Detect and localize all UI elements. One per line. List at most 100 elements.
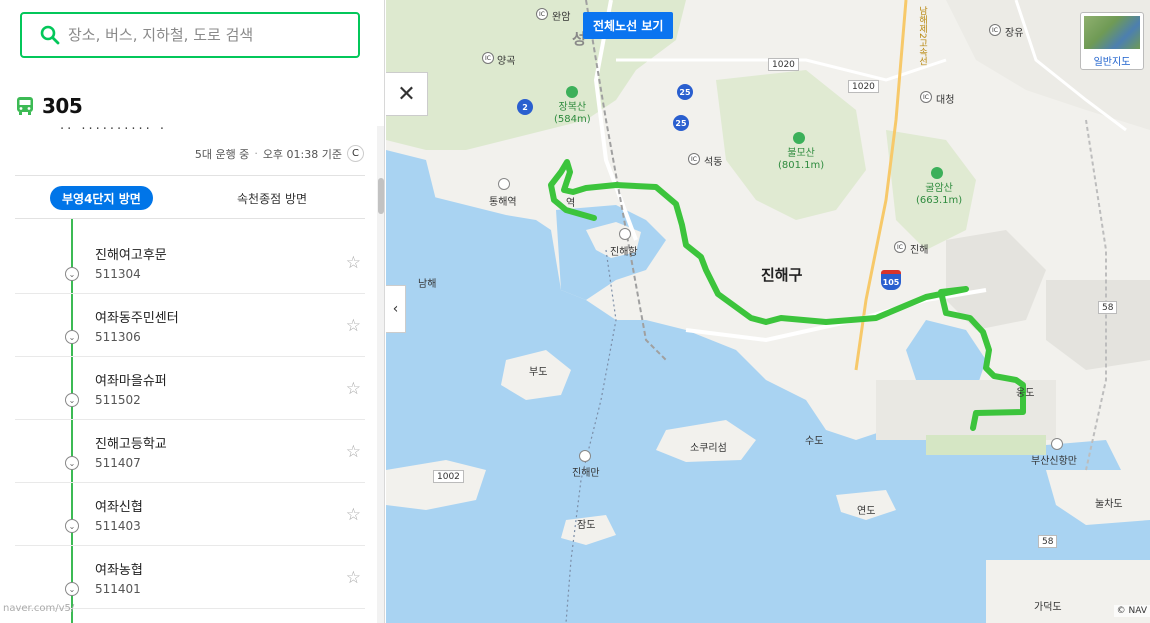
ic-icon: IC (894, 241, 906, 253)
place-label: 진해 (910, 245, 929, 256)
list-item[interactable]: ⌄ 여좌마을슈퍼 511502 ☆ (15, 357, 365, 420)
place-label: 남해 (418, 279, 437, 290)
place-label: 양곡 (497, 56, 516, 67)
stop-code: 511401 (95, 582, 141, 596)
sidebar-scrollbar[interactable] (377, 126, 384, 623)
ic-icon: IC (536, 8, 548, 20)
place-label: 통해역 (489, 197, 517, 208)
vehicles-running: 5대 운행 중 (194, 147, 250, 161)
star-icon[interactable]: ☆ (346, 379, 361, 399)
place-label: 수도 (805, 436, 824, 447)
place-label: 부산신항만 (1031, 456, 1077, 467)
search-input[interactable] (68, 26, 338, 44)
road-number-badge: 1002 (433, 470, 464, 483)
port-icon (619, 228, 631, 240)
place-label: 연도 (857, 506, 876, 517)
chevron-down-icon: ⌄ (65, 519, 79, 533)
copyright-text: © NAV (1113, 605, 1150, 617)
star-icon[interactable]: ☆ (346, 442, 361, 462)
stop-name: 진해고등학교 (95, 437, 167, 452)
bus-icon (17, 97, 33, 115)
stop-name: 진해여고후문 (95, 248, 167, 263)
map-canvas (386, 0, 1150, 623)
stop-name: 여좌마을슈퍼 (95, 374, 167, 389)
expressway-shield-icon: 105 (881, 270, 901, 290)
status-separator: · (254, 147, 258, 160)
place-label: 장유 (1005, 28, 1024, 39)
star-icon[interactable]: ☆ (346, 505, 361, 525)
updated-time: 오후 01:38 기준 (262, 147, 342, 161)
stop-code: 511407 (95, 456, 141, 470)
mountain-icon (566, 86, 578, 98)
place-label: 눌차도 (1095, 499, 1123, 510)
tab-direction-other[interactable]: 속천종점 방면 (237, 190, 307, 207)
mountain-label: 굴암산 (663.1m) (916, 183, 963, 206)
ic-icon: IC (920, 91, 932, 103)
place-label: 웅도 (1016, 388, 1035, 399)
list-item[interactable]: ⌄ 진해고등학교 511407 ☆ (15, 420, 365, 483)
star-icon[interactable]: ☆ (346, 568, 361, 588)
place-label: 대청 (936, 95, 955, 106)
chevron-down-icon: ⌄ (65, 393, 79, 407)
place-label: 석동 (704, 157, 723, 168)
map-view[interactable]: 진해구 장복산 (584m) 불모산 (801.1m) 굴암산 (663.1m) IC… (386, 0, 1150, 623)
stop-name: 여좌신협 (95, 500, 143, 515)
mountain-label: 장복산 (584m) (554, 102, 591, 125)
stop-name: 여좌동주민센터 (95, 311, 179, 326)
place-label: 역 (566, 198, 576, 209)
map-type-button[interactable]: 일반지도 (1080, 12, 1144, 70)
full-route-button[interactable]: 전체노선 보기 (583, 12, 674, 39)
chevron-down-icon: ⌄ (65, 330, 79, 344)
mountain-icon (931, 167, 943, 179)
chevron-down-icon: ⌄ (65, 582, 79, 596)
search-icon (40, 25, 60, 45)
district-label: 진해구 (761, 266, 803, 284)
road-number-badge: 58 (1098, 301, 1118, 314)
place-label: 진해항 (610, 247, 638, 258)
tab-direction-active[interactable]: 부영4단지 방면 (50, 186, 153, 210)
stop-list: ⌄ 진해여고후문 511304 ☆ ⌄ 여좌동주민센터 511306 ☆ ⌄ 여… (15, 219, 365, 623)
mountain-icon (793, 132, 805, 144)
highway-shield-icon: 25 (677, 84, 693, 100)
place-label: 소쿠리섬 (690, 443, 727, 454)
place-label: 가덕도 (1034, 602, 1062, 613)
list-item[interactable]: ⌄ 여좌신협 511403 ☆ (15, 483, 365, 546)
ic-icon: IC (989, 24, 1001, 36)
road-number-badge: 1020 (768, 58, 799, 71)
place-label: 잠도 (577, 520, 596, 531)
highway-shield-icon: 2 (517, 99, 533, 115)
truncated-info-text: ·· ·········· · (60, 122, 167, 130)
ic-icon: IC (482, 52, 494, 64)
place-pin-icon (579, 450, 591, 462)
road-label: 남해제2고속선 (917, 6, 927, 66)
highway-shield-icon: 25 (673, 115, 689, 131)
list-item[interactable]: ⌄ 여좌동주민센터 511306 ☆ (15, 294, 365, 357)
star-icon[interactable]: ☆ (346, 316, 361, 336)
list-item[interactable]: ⌄ 진해여고후문 511304 ☆ (15, 231, 365, 294)
star-icon[interactable]: ☆ (346, 253, 361, 273)
sidebar: 305 ·· ·········· · 5대 운행 중 · 오후 01:38 기… (0, 0, 385, 623)
map-type-label: 일반지도 (1093, 57, 1131, 68)
list-item[interactable]: ⌄ 여좌농협 511401 ☆ (15, 546, 365, 609)
port-icon (1051, 438, 1063, 450)
road-number-badge: 58 (1038, 535, 1058, 548)
mountain-label: 불모산 (801.1m) (778, 148, 825, 171)
ic-icon: IC (688, 153, 700, 165)
map-thumbnail (1084, 16, 1140, 49)
place-label: 완암 (552, 12, 571, 23)
train-station-icon (498, 178, 510, 190)
scrollbar-thumb[interactable] (378, 178, 384, 214)
close-icon[interactable]: ✕ (386, 72, 428, 116)
status-url: naver.com/v5/ (3, 603, 75, 614)
direction-tabs: 부영4단지 방면 속천종점 방면 (15, 175, 365, 219)
stop-code: 511304 (95, 267, 141, 281)
stop-code: 511502 (95, 393, 141, 407)
collapse-panel-button[interactable]: ‹ (386, 285, 406, 333)
stop-code: 511306 (95, 330, 141, 344)
search-box[interactable] (20, 12, 360, 58)
route-header: 305 (16, 94, 83, 118)
place-label: 부도 (529, 367, 548, 378)
chevron-left-icon: ‹ (392, 301, 399, 317)
refresh-icon[interactable]: C (347, 145, 364, 162)
operation-status: 5대 운행 중 · 오후 01:38 기준 C (195, 145, 364, 162)
